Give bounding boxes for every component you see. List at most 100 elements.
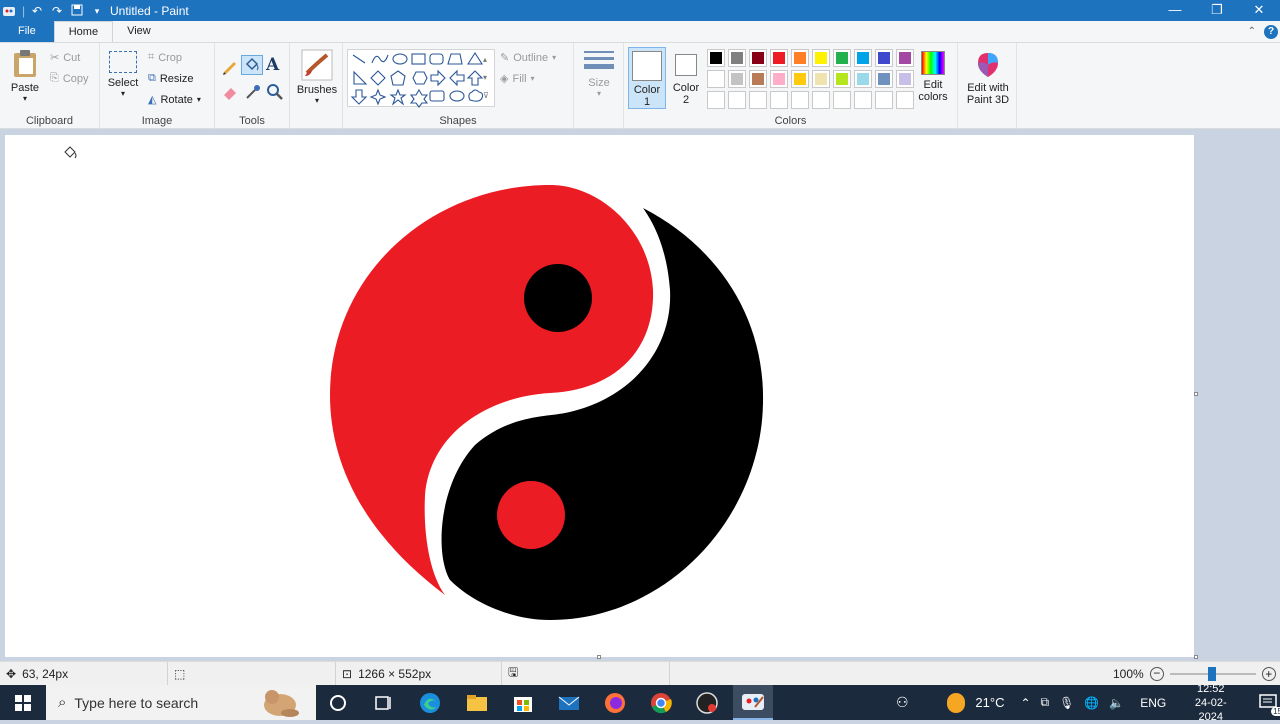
magnifier-icon[interactable] [266, 83, 284, 104]
palette-swatch[interactable] [896, 49, 914, 67]
palette-swatch[interactable] [749, 91, 767, 109]
text-tool-icon[interactable]: A [266, 55, 279, 75]
palette-swatch[interactable] [749, 49, 767, 67]
palette-swatch[interactable] [812, 49, 830, 67]
palette-swatch[interactable] [875, 70, 893, 88]
palette-swatch[interactable] [791, 91, 809, 109]
drawing-canvas[interactable] [5, 135, 1194, 657]
oval-callout-shape-icon[interactable] [449, 90, 465, 102]
close-button[interactable]: ✕ [1238, 0, 1280, 21]
task-view-icon[interactable] [371, 691, 395, 715]
brushes-button[interactable]: Brushes ▾ [294, 49, 340, 105]
outline-dropdown-icon[interactable]: ▾ [552, 53, 556, 62]
left-arrow-shape-icon[interactable] [449, 69, 465, 87]
network-icon[interactable]: 🌐 [1084, 696, 1099, 710]
paint-app-icon[interactable] [2, 4, 16, 18]
palette-swatch[interactable] [749, 70, 767, 88]
show-hidden-icons-icon[interactable]: ⌃ [1020, 696, 1030, 710]
outline-button[interactable]: ✎ Outline ▾ [500, 51, 556, 65]
zoom-slider-thumb[interactable] [1207, 666, 1216, 681]
cortana-icon[interactable] [326, 691, 350, 715]
weather-temperature[interactable]: 21°C [975, 695, 1004, 710]
copy-button[interactable]: ⎘ Copy [50, 72, 89, 85]
eraser-icon[interactable] [221, 83, 239, 104]
pencil-icon[interactable] [221, 57, 239, 75]
input-language[interactable]: ENG [1140, 696, 1166, 710]
edit-with-paint3d-button[interactable]: Edit with Paint 3D [962, 51, 1014, 106]
cloud-callout-shape-icon[interactable] [468, 89, 484, 102]
color-picker-icon[interactable] [244, 83, 262, 104]
shapes-scroll[interactable]: ▴ ▾ ⊽ [483, 51, 489, 105]
down-arrow-shape-icon[interactable] [350, 89, 368, 105]
up-arrow-shape-icon[interactable] [466, 70, 484, 86]
right-triangle-shape-icon[interactable] [353, 70, 368, 85]
tab-file[interactable]: File [0, 21, 54, 42]
palette-swatch[interactable] [896, 91, 914, 109]
quick-access-dropdown-icon[interactable]: ▾ [90, 4, 104, 18]
rectangle-shape-icon[interactable] [411, 53, 426, 65]
five-point-star-shape-icon[interactable] [389, 88, 407, 106]
size-button[interactable]: Size ▾ [580, 51, 618, 98]
color1-button[interactable]: Color 1 [628, 47, 666, 109]
resize-handle-corner[interactable] [1194, 655, 1198, 659]
resize-button[interactable]: ⧉ Resize [148, 72, 193, 85]
fill-bucket-icon[interactable] [241, 55, 263, 75]
diamond-shape-icon[interactable] [370, 70, 386, 86]
color2-button[interactable]: Color 2 [670, 51, 702, 106]
palette-swatch[interactable] [833, 49, 851, 67]
zoom-out-button[interactable]: − [1149, 666, 1164, 681]
brushes-dropdown-icon[interactable]: ▾ [294, 96, 340, 105]
clock[interactable]: 12:52 24-02-2024 [1184, 682, 1237, 724]
volume-icon[interactable]: 🔈 [1109, 696, 1124, 710]
hexagon-shape-icon[interactable] [412, 71, 428, 85]
palette-swatch[interactable] [812, 70, 830, 88]
save-icon[interactable] [70, 4, 84, 18]
rounded-callout-shape-icon[interactable] [429, 90, 445, 102]
tab-home[interactable]: Home [53, 21, 114, 42]
cut-button[interactable]: ✂ Cut [50, 51, 80, 65]
palette-swatch[interactable] [791, 49, 809, 67]
paint-taskbar-icon[interactable] [733, 685, 773, 720]
palette-swatch[interactable] [770, 49, 788, 67]
palette-swatch[interactable] [854, 70, 872, 88]
resize-handle-bottom[interactable] [597, 655, 601, 659]
curve-shape-icon[interactable] [371, 54, 389, 64]
polygon-shape-icon[interactable] [447, 53, 463, 65]
palette-swatch[interactable] [896, 70, 914, 88]
select-dropdown-icon[interactable]: ▾ [106, 89, 140, 98]
microphone-icon[interactable]: 🎙 [1059, 696, 1074, 710]
zoom-in-button[interactable]: + [1261, 666, 1276, 681]
palette-swatch[interactable] [833, 91, 851, 109]
right-arrow-shape-icon[interactable] [430, 69, 446, 87]
triangle-shape-icon[interactable] [466, 51, 484, 65]
meet-now-icon[interactable]: ⧉ [1041, 695, 1050, 710]
edge-icon[interactable] [418, 691, 442, 715]
redo-icon[interactable]: ↷ [50, 4, 64, 18]
oval-shape-icon[interactable] [392, 53, 408, 65]
palette-swatch[interactable] [791, 70, 809, 88]
palette-swatch[interactable] [728, 49, 746, 67]
zoom-slider[interactable] [1169, 666, 1256, 681]
paste-button[interactable]: Paste ▾ [6, 49, 44, 103]
tab-view[interactable]: View [113, 21, 165, 42]
select-button[interactable]: Select ▾ [106, 51, 140, 98]
palette-swatch[interactable] [875, 91, 893, 109]
palette-swatch[interactable] [875, 49, 893, 67]
minimize-button[interactable]: — [1154, 0, 1196, 21]
firefox-icon[interactable] [603, 691, 627, 715]
palette-swatch[interactable] [833, 70, 851, 88]
line-shape-icon[interactable] [352, 54, 366, 64]
resize-handle-right[interactable] [1194, 392, 1198, 396]
taskbar-search-box[interactable]: ⌕ Type here to search [46, 685, 316, 720]
restore-button[interactable]: ❐ [1196, 0, 1238, 21]
undo-icon[interactable]: ↶ [30, 4, 44, 18]
six-point-star-shape-icon[interactable] [409, 88, 429, 108]
palette-swatch[interactable] [707, 91, 725, 109]
palette-swatch[interactable] [707, 70, 725, 88]
palette-swatch[interactable] [812, 91, 830, 109]
chrome-icon[interactable] [649, 691, 673, 715]
windows-start-button[interactable] [0, 685, 46, 720]
screen-recorder-icon[interactable] [695, 691, 719, 715]
palette-swatch[interactable] [707, 49, 725, 67]
rounded-rectangle-shape-icon[interactable] [429, 53, 444, 65]
